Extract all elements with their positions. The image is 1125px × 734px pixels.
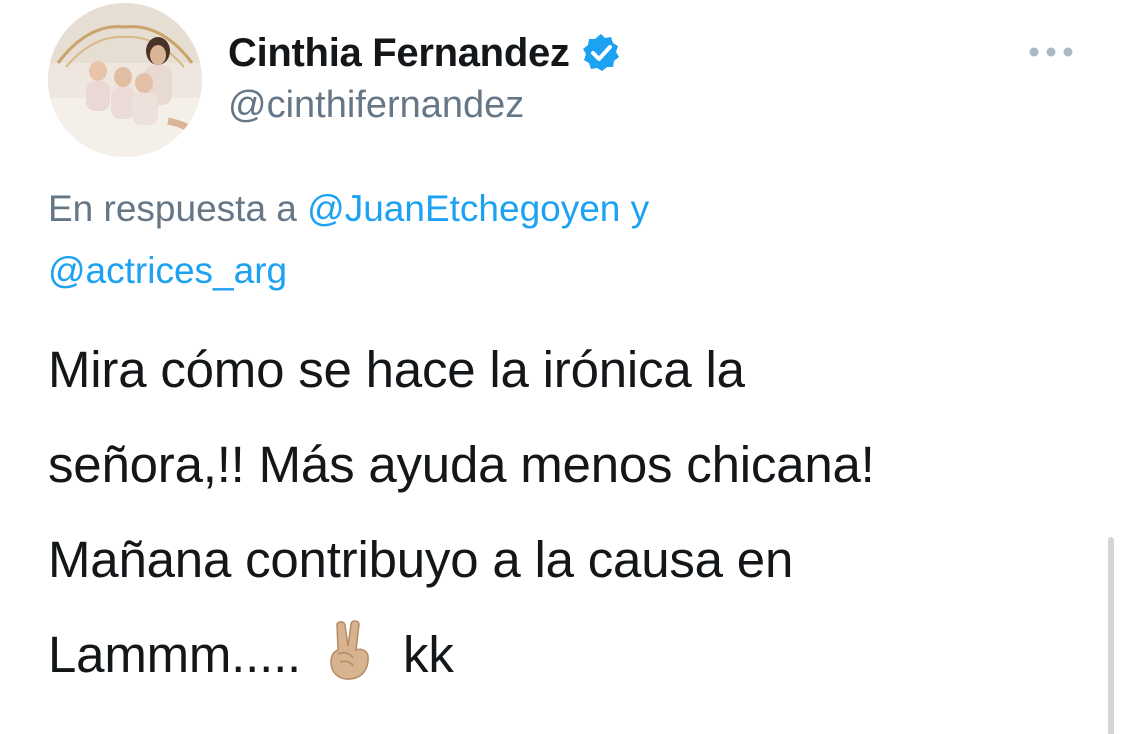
tweet-line: kk — [403, 626, 454, 683]
display-name[interactable]: Cinthia Fernandez — [228, 31, 570, 76]
reply-context: En respuesta a @JuanEtchegoyen y @actric… — [48, 178, 1078, 302]
victory-hand-emoji — [321, 617, 377, 681]
user-name-row[interactable]: Cinthia Fernandez — [228, 28, 622, 78]
tweet-line: Mañana contribuyo a la causa en — [48, 531, 794, 588]
mention-link[interactable]: @JuanEtchegoyen — [307, 188, 620, 229]
mention-link[interactable]: @actrices_arg — [48, 250, 287, 291]
reply-conjunction: y — [630, 188, 650, 229]
tweet-card: Cinthia Fernandez @cinthifernandez En re… — [0, 0, 1125, 734]
tweet-text: Mira cómo se hace la irónica la señora,!… — [48, 322, 1088, 702]
scrollbar[interactable] — [1108, 537, 1114, 734]
verified-badge-icon — [580, 32, 622, 74]
tweet-line: señora,!! Más ayuda menos chicana! — [48, 436, 875, 493]
user-handle[interactable]: @cinthifernandez — [228, 84, 524, 127]
reply-prefix: En respuesta a — [48, 188, 297, 229]
profile-photo — [48, 3, 202, 157]
tweet-line: Lammm..... — [48, 626, 302, 683]
more-options-icon[interactable] — [1028, 42, 1074, 62]
tweet-line: Mira cómo se hace la irónica la — [48, 341, 745, 398]
avatar[interactable] — [48, 3, 202, 157]
